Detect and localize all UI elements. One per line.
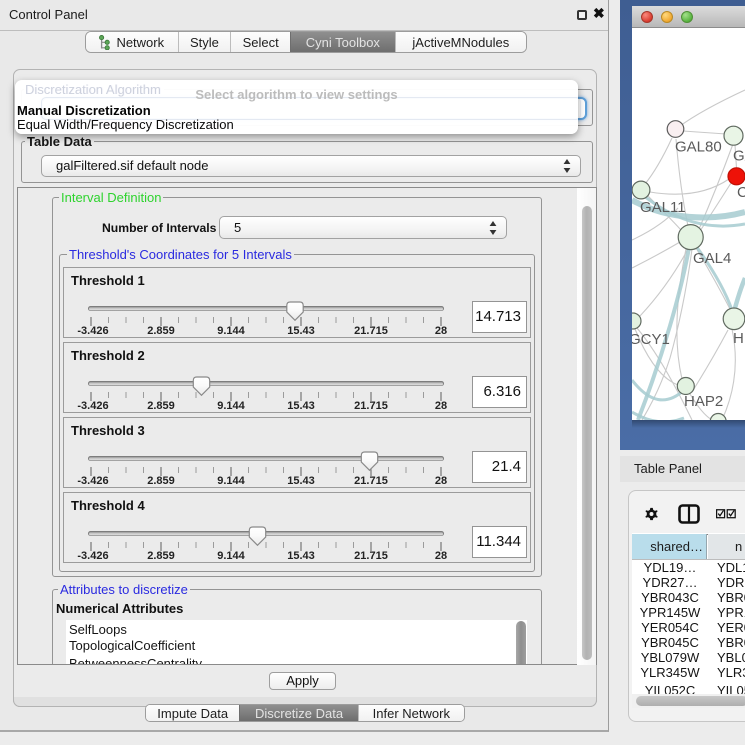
- svg-text:C: C: [737, 184, 745, 201]
- svg-text:GAL80: GAL80: [675, 139, 722, 156]
- svg-text:HAP2: HAP2: [684, 393, 723, 410]
- svg-text:GA: GA: [733, 148, 745, 165]
- svg-text:GAL11: GAL11: [640, 199, 686, 216]
- svg-text:H: H: [733, 330, 744, 347]
- svg-text:GAL4: GAL4: [693, 250, 731, 267]
- svg-text:GCY1: GCY1: [632, 331, 670, 348]
